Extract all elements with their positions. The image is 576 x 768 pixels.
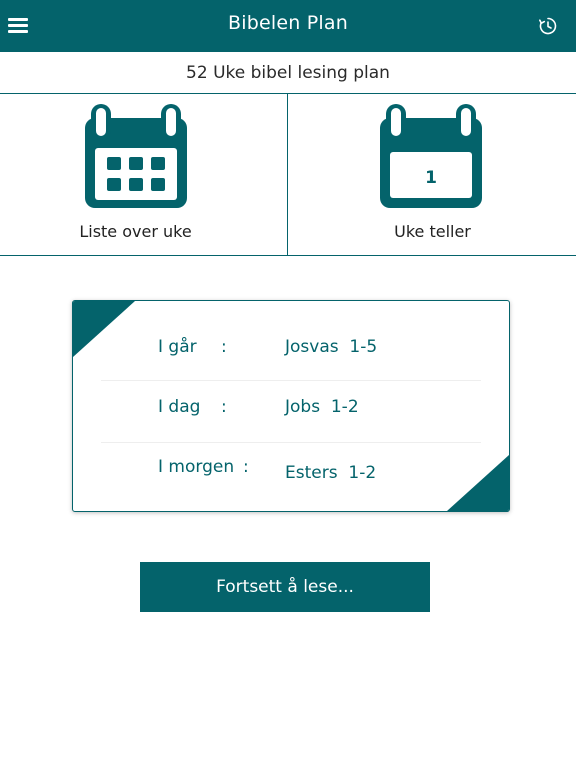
navigation-tiles: Liste over uke 1 Uke teller	[0, 94, 576, 256]
row-divider	[101, 442, 481, 443]
app-screen: Bibelen Plan 52 Uke bibel lesing plan Li…	[0, 0, 576, 768]
reading-separator: :	[243, 457, 249, 477]
clock-history-icon[interactable]	[538, 16, 558, 36]
reading-row-today: I dag : Jobs 1-2	[73, 389, 509, 429]
reading-passage: Jobs 1-2	[285, 397, 359, 417]
week-counter-label: Uke teller	[394, 222, 471, 241]
reading-passage: Josvas 1-5	[285, 337, 378, 357]
reading-passage: Esters 1-2	[285, 463, 377, 483]
week-list-tile[interactable]: Liste over uke	[0, 94, 288, 255]
reading-row-yesterday: I går : Josvas 1-5	[73, 329, 509, 369]
top-app-bar: Bibelen Plan	[0, 0, 576, 52]
week-counter-tile[interactable]: 1 Uke teller	[289, 94, 576, 255]
week-counter-number: 1	[425, 168, 437, 188]
reading-day-label: I morgen	[158, 457, 235, 477]
continue-reading-button[interactable]: Fortsett å lese...	[140, 562, 430, 612]
calendar-grid-icon	[81, 104, 191, 214]
reading-separator: :	[221, 337, 227, 357]
reading-day-label: I går	[158, 337, 197, 357]
reading-row-tomorrow: I morgen : Esters 1-2	[73, 451, 509, 491]
app-title: Bibelen Plan	[228, 12, 348, 34]
plan-title: 52 Uke bibel lesing plan	[0, 52, 576, 94]
row-divider	[101, 380, 481, 381]
reading-schedule-card: I går : Josvas 1-5 I dag : Jobs 1-2 I mo…	[72, 300, 510, 512]
reading-day-label: I dag	[158, 397, 201, 417]
week-list-label: Liste over uke	[79, 222, 192, 241]
reading-separator: :	[221, 397, 227, 417]
calendar-number-icon: 1	[376, 104, 486, 214]
